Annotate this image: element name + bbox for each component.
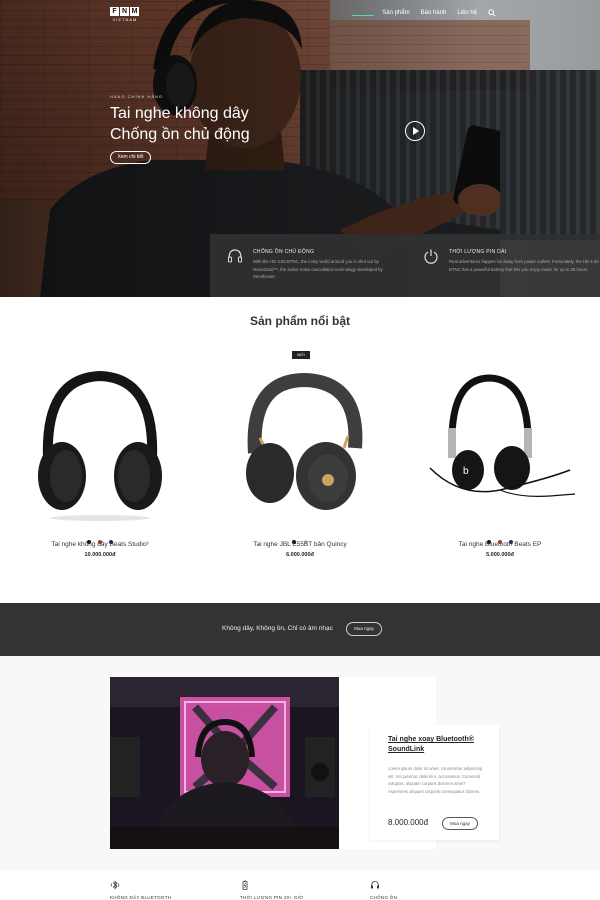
product-image-jbl-e55bt[interactable]: [220, 368, 380, 523]
product-image-beats-studio[interactable]: [20, 368, 180, 523]
hero-section: F N M VIETNAM Sản phẩm Bảo hành Liên hệ …: [0, 0, 600, 297]
product-name[interactable]: Tai nghe không dây Beats Studio³: [20, 541, 180, 548]
featured-buy-button[interactable]: Mua ngay: [442, 817, 478, 830]
bottom-features: KHÔNG DÂY BLUETOOTH THỜI LƯỢNG PIN 20+ G…: [0, 870, 600, 900]
nav-item-warranty[interactable]: Bảo hành: [421, 10, 447, 16]
headphones-icon: [371, 881, 379, 889]
nav-active-indicator: [352, 15, 375, 16]
featured-product-price: 8.000.000đ: [388, 818, 429, 827]
product-card[interactable]: b Tai nghe Bluetooth Beats EP 5.000.000đ: [420, 368, 580, 568]
featured-product-image: [110, 677, 339, 849]
hero-title: Tai nghe không dây Chống ồn chủ động: [110, 105, 250, 143]
product-price: 6.000.000đ: [286, 552, 314, 558]
brand-logo[interactable]: F N M VIETNAM: [110, 7, 140, 23]
products-section-title: Sản phẩm nổi bật: [249, 314, 350, 328]
bottom-feature-bluetooth: KHÔNG DÂY BLUETOOTH: [110, 880, 210, 900]
featured-product-title[interactable]: Tai nghe xoay Bluetooth® SoundLink: [388, 735, 488, 755]
play-video-icon[interactable]: [405, 121, 425, 141]
main-nav: Sản phẩm Bảo hành Liên hệ: [352, 9, 496, 17]
product-image-beats-ep[interactable]: b: [420, 368, 580, 523]
bottom-feature-battery: THỜI LƯỢNG PIN 20+ GIỜ: [240, 880, 340, 900]
product-name[interactable]: Tai nghe JBL E55BT bản Quincy: [220, 541, 380, 548]
product-name[interactable]: Tai nghe Bluetooth Beats EP: [420, 541, 580, 548]
new-badge: MỚI: [292, 351, 310, 359]
product-price: 5.000.000đ: [486, 552, 514, 558]
product-price: 10.000.000đ: [84, 552, 116, 558]
promo-banner: Không dây, Không ồn, Chỉ có âm nhạc Mua …: [0, 603, 600, 656]
power-icon: [424, 249, 438, 264]
featured-product-desc: Lorem ipsum dolor sit amet, consectetur …: [388, 766, 483, 794]
product-card[interactable]: Tai nghe JBL E55BT bản Quincy 6.000.000đ: [220, 368, 380, 568]
search-icon[interactable]: [488, 9, 496, 17]
nav-item-products[interactable]: Sản phẩm: [382, 10, 409, 16]
hero-eyebrow: HÀNG CHÍNH HÃNG: [110, 94, 164, 99]
bluetooth-icon: [110, 880, 120, 890]
hero-detail-button[interactable]: Xem chi tiết: [110, 151, 151, 164]
svg-text:b: b: [463, 466, 469, 477]
hero-feature-panel: CHỐNG ỒN CHỦ ĐỘNG With the HD 4.50 BTNC,…: [210, 234, 600, 297]
nav-item-contact[interactable]: Liên hệ: [457, 10, 477, 16]
battery-icon: [242, 880, 248, 890]
product-card[interactable]: Tai nghe không dây Beats Studio³ 10.000.…: [20, 368, 180, 568]
banner-buy-button[interactable]: Mua ngay: [346, 622, 382, 636]
top-navbar: F N M VIETNAM Sản phẩm Bảo hành Liên hệ: [0, 0, 600, 30]
headphones-icon: [228, 249, 242, 263]
banner-text: Không dây, Không ồn, Chỉ có âm nhạc: [222, 625, 333, 632]
featured-product-card: Tai nghe xoay Bluetooth® SoundLink Lorem…: [369, 725, 499, 840]
bottom-feature-noise-cancel: CHỐNG ỒN: [370, 880, 470, 900]
